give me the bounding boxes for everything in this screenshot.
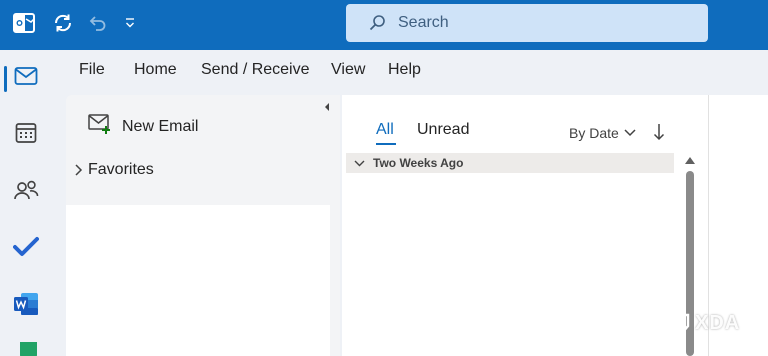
collapse-pane-icon[interactable] — [322, 101, 332, 115]
sort-dropdown[interactable]: By Date — [569, 125, 636, 141]
title-bar: Search — [0, 0, 768, 50]
menu-help[interactable]: Help — [388, 61, 421, 79]
people-icon — [13, 179, 39, 206]
scroll-up-arrow[interactable] — [685, 157, 695, 164]
group-label: Two Weeks Ago — [373, 156, 464, 170]
nav-rail — [0, 50, 52, 356]
quick-access-chevron-icon[interactable] — [116, 8, 144, 38]
nav-mail[interactable] — [0, 55, 52, 101]
chevron-down-icon — [624, 129, 636, 137]
tab-active-underline — [376, 143, 396, 145]
group-header[interactable]: Two Weeks Ago — [346, 153, 674, 173]
watermark-text: XDA — [695, 312, 741, 334]
tab-all[interactable]: All — [376, 121, 394, 139]
sort-direction-icon[interactable] — [653, 123, 665, 146]
menu-home[interactable]: Home — [134, 61, 177, 79]
nav-todo[interactable] — [0, 226, 52, 272]
folder-pane: New Email Favorites — [66, 95, 340, 356]
search-icon — [368, 14, 386, 32]
menu-bar: File Home Send / Receive View Help — [52, 50, 768, 90]
tab-unread[interactable]: Unread — [417, 121, 469, 139]
active-indicator — [4, 66, 7, 92]
favorites-node[interactable]: Favorites — [74, 161, 154, 179]
word-icon — [13, 292, 39, 321]
sort-label: By Date — [569, 125, 619, 141]
mail-icon — [14, 66, 38, 91]
outlook-logo-icon — [10, 8, 38, 38]
group-collapse-icon — [354, 160, 365, 167]
menu-send-receive[interactable]: Send / Receive — [201, 61, 310, 79]
chevron-right-icon — [74, 163, 84, 177]
search-placeholder: Search — [398, 14, 449, 31]
xda-watermark: XDA — [672, 312, 740, 335]
new-email-button[interactable]: New Email — [88, 113, 198, 140]
new-email-icon — [88, 113, 112, 140]
excel-icon — [14, 342, 38, 356]
nav-word[interactable] — [0, 283, 52, 329]
mail-list: All Unread By Date Two Weeks Ago — [342, 95, 708, 356]
new-email-label: New Email — [122, 117, 199, 135]
folder-list — [66, 205, 330, 356]
nav-people[interactable] — [0, 169, 52, 215]
menu-file[interactable]: File — [79, 61, 105, 79]
search-box[interactable]: Search — [346, 4, 708, 42]
xda-logo-icon — [672, 313, 692, 335]
menu-view[interactable]: View — [331, 61, 365, 79]
favorites-label: Favorites — [88, 161, 154, 178]
sync-icon[interactable] — [49, 8, 77, 38]
nav-excel[interactable] — [0, 342, 52, 356]
undo-icon[interactable] — [83, 8, 111, 38]
nav-calendar[interactable] — [0, 112, 52, 158]
calendar-icon — [15, 122, 37, 149]
todo-icon — [13, 236, 39, 263]
